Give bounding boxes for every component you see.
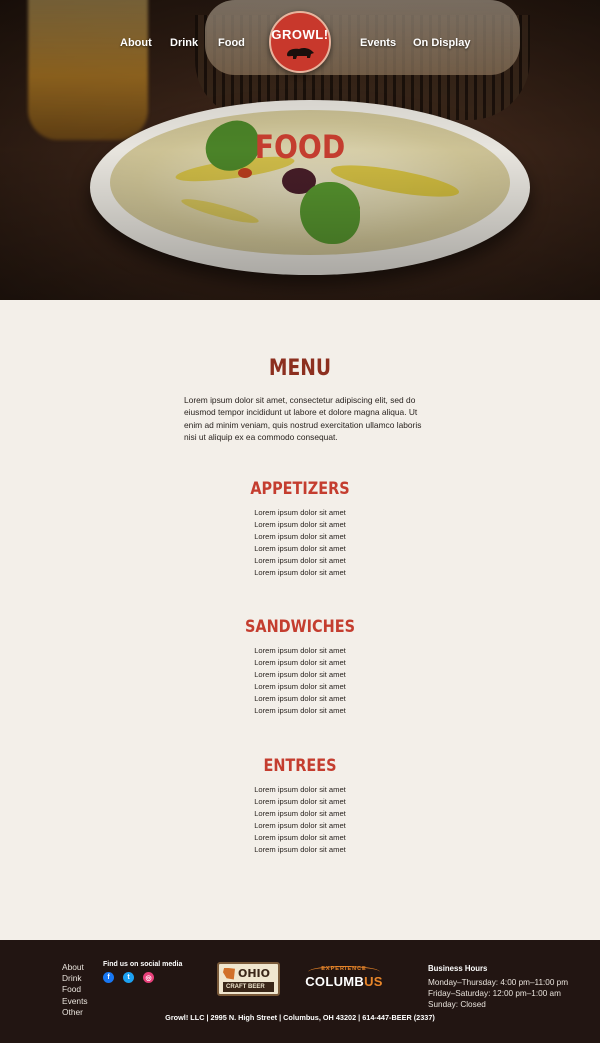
list-item: Lorem ipsum dolor sit amet <box>254 694 346 704</box>
hero-banner: About Drink Food Events On Display GROWL… <box>0 0 600 300</box>
logo-text: GROWL! <box>271 27 329 42</box>
list-item: Lorem ipsum dolor sit amet <box>254 833 346 843</box>
appetizers-list: Lorem ipsum dolor sit amet Lorem ipsum d… <box>0 507 600 580</box>
list-item: Lorem ipsum dolor sit amet <box>254 556 346 566</box>
list-item: Lorem ipsum dolor sit amet <box>254 520 346 530</box>
list-item: Lorem ipsum dolor sit amet <box>254 658 346 668</box>
list-item: Lorem ipsum dolor sit amet <box>254 785 346 794</box>
entrees-list: Lorem ipsum dolor sit amet Lorem ipsum d… <box>0 784 600 857</box>
social-label: Find us on social media <box>103 961 183 968</box>
list-item: Lorem ipsum dolor sit amet <box>254 809 346 819</box>
ohio-logo-top: OHIO <box>223 966 274 981</box>
facebook-icon[interactable]: f <box>103 972 114 983</box>
list-item: Lorem ipsum dolor sit amet <box>254 568 346 578</box>
ohio-state-icon <box>223 967 235 980</box>
ohio-logo-word: OHIO <box>238 967 271 980</box>
nav-link-drink[interactable]: Drink <box>170 37 198 49</box>
nav-link-events[interactable]: Events <box>360 37 396 49</box>
hours-line: Friday–Saturday: 12:00 pm–1:00 am <box>428 989 561 998</box>
twitter-icon[interactable]: t <box>123 972 134 983</box>
menu-intro: Lorem ipsum dolor sit amet, consectetur … <box>184 395 422 442</box>
instagram-icon[interactable]: ◎ <box>143 972 154 983</box>
nav-link-about[interactable]: About <box>120 37 152 49</box>
list-item: Lorem ipsum dolor sit amet <box>254 532 346 542</box>
footer-nav: About Drink Food Events Other <box>62 962 88 1018</box>
business-hours-title: Business Hours <box>428 964 488 973</box>
footer-link-events[interactable]: Events <box>62 996 88 1007</box>
nav-link-on-display[interactable]: On Display <box>413 37 470 49</box>
business-hours: Business Hours Monday–Thursday: 4:00 pm–… <box>428 964 568 1010</box>
list-item: Lorem ipsum dolor sit amet <box>254 544 346 554</box>
list-item: Lorem ipsum dolor sit amet <box>254 682 346 692</box>
hours-line: Sunday: Closed <box>428 1000 486 1009</box>
list-item: Lorem ipsum dolor sit amet <box>254 706 346 716</box>
growl-logo[interactable]: GROWL! <box>269 11 331 73</box>
section-title-entrees: ENTREES <box>263 756 337 776</box>
ohio-logo-tagline: CRAFT BEER <box>223 982 274 992</box>
list-item: Lorem ipsum dolor sit amet <box>254 845 346 855</box>
experience-columbus-logo[interactable]: EXPERIENCE COLUMBUS <box>300 966 388 996</box>
ohio-craft-beer-logo[interactable]: OHIO CRAFT BEER <box>217 962 280 996</box>
social-media: Find us on social media f t ◎ <box>103 961 182 983</box>
hours-line: Monday–Thursday: 4:00 pm–11:00 pm <box>428 978 569 987</box>
sandwiches-list: Lorem ipsum dolor sit amet Lorem ipsum d… <box>0 645 600 718</box>
list-item: Lorem ipsum dolor sit amet <box>254 670 346 680</box>
list-item: Lorem ipsum dolor sit amet <box>254 797 346 807</box>
columbus-logo-arc <box>308 966 380 978</box>
footer-link-food[interactable]: Food <box>62 984 88 995</box>
footer-address: Growl! LLC | 2995 N. High Street | Colum… <box>165 1013 435 1022</box>
section-title-sandwiches: SANDWICHES <box>245 617 355 637</box>
footer-link-about[interactable]: About <box>62 962 88 973</box>
list-item: Lorem ipsum dolor sit amet <box>254 821 346 831</box>
list-item: Lorem ipsum dolor sit amet <box>254 646 346 655</box>
list-item: Lorem ipsum dolor sit amet <box>254 508 346 517</box>
hero-title: FOOD <box>254 128 346 166</box>
bear-icon <box>287 47 314 59</box>
nav-link-food[interactable]: Food <box>218 37 245 49</box>
menu-title: MENU <box>268 356 332 381</box>
section-title-appetizers: APPETIZERS <box>250 479 350 499</box>
footer-link-drink[interactable]: Drink <box>62 973 88 984</box>
social-icons: f t ◎ <box>103 972 182 983</box>
